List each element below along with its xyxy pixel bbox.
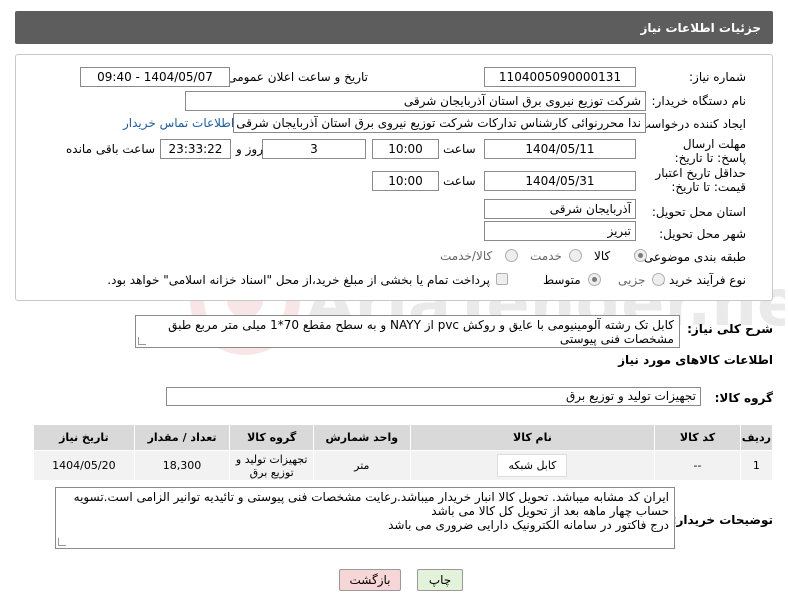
process-radio-medium[interactable]: [588, 273, 601, 286]
validity-time-field[interactable]: 10:00: [372, 171, 439, 191]
buyer-notes-label: توضیحات خریدار:: [671, 513, 773, 527]
announce-field[interactable]: 1404/05/07 - 09:40: [80, 67, 230, 87]
announce-label: تاریخ و ساعت اعلان عمومی:: [223, 70, 368, 84]
province-label: استان محل تحویل:: [651, 205, 746, 219]
cell-need-date: 1404/05/20: [33, 450, 135, 481]
category-option-goods-service: کالا/خدمت: [440, 249, 493, 263]
treasury-payment-checkbox[interactable]: [496, 273, 508, 285]
deadline-label: مهلت ارسال پاسخ: تا تاریخ:: [674, 137, 746, 165]
buyer-contact-link[interactable]: اطلاعات تماس خریدار: [123, 116, 234, 130]
back-button[interactable]: بازگشت: [339, 569, 401, 591]
creator-field[interactable]: ندا محررنوائی کارشناس تدارکات شرکت توزیع…: [233, 113, 646, 133]
col-item-code: کد کالا: [654, 424, 741, 451]
page-header: جزئیات اطلاعات نیاز: [15, 11, 773, 44]
goods-table-header: ردیف کد کالا نام کالا واحد شمارش گروه کا…: [33, 424, 774, 451]
goods-group-field[interactable]: تجهیزات تولید و توزیع برق: [166, 387, 701, 406]
validity-date-field[interactable]: 1404/05/31: [484, 171, 636, 191]
col-unit: واحد شمارش: [313, 424, 411, 451]
cell-unit: متر: [313, 450, 411, 481]
category-option-goods: کالا: [594, 249, 611, 263]
buyer-notes-line-2: درج فاکتور در سامانه الکترونیک دارایی ضر…: [388, 518, 669, 532]
buyer-notes-textarea[interactable]: ایران کد مشابه میباشد. تحویل کالا انبار …: [55, 487, 675, 549]
category-radio-goods[interactable]: [634, 249, 647, 262]
buyer-org-label: نام دستگاه خریدار:: [651, 94, 747, 108]
process-option-medium: متوسط: [543, 273, 581, 287]
process-option-minor: جزیی: [618, 273, 646, 287]
category-radio-goods-service[interactable]: [505, 249, 518, 262]
col-row-number: ردیف: [739, 424, 774, 451]
buyer-notes-line-1: ایران کد مشابه میباشد. تحویل کالا انبار …: [73, 490, 669, 518]
city-field[interactable]: تبریز: [484, 221, 636, 241]
description-label: شرح کلی نیاز:: [687, 322, 773, 336]
days-label: روز و: [236, 142, 263, 156]
deadline-date-field[interactable]: 1404/05/11: [484, 139, 636, 159]
resize-handle-icon[interactable]: [58, 538, 66, 546]
days-count-field[interactable]: 3: [262, 139, 366, 159]
print-button[interactable]: چاپ: [417, 569, 463, 591]
city-label: شهر محل تحویل:: [659, 227, 746, 241]
payment-note: پرداخت تمام یا بخشی از مبلغ خرید،از محل …: [107, 273, 490, 287]
cell-row-number: 1: [739, 450, 774, 481]
validity-time-label: ساعت: [443, 174, 476, 188]
deadline-time-field[interactable]: 10:00: [372, 139, 439, 159]
col-item-group: گروه کالا: [229, 424, 314, 451]
creator-label: ایجاد کننده درخواست:: [635, 117, 746, 131]
buyer-org-field[interactable]: شرکت توزیع نیروی برق استان آذربایجان شرق…: [185, 91, 646, 111]
process-radio-minor[interactable]: [652, 273, 665, 286]
goods-section-title: اطلاعات کالاهای مورد نیاز: [618, 353, 773, 367]
col-item-name: نام کالا: [409, 424, 656, 451]
goods-group-label: گروه کالا:: [714, 391, 773, 405]
category-label: طبقه بندی موضوعی:: [639, 250, 746, 264]
need-number-label: شماره نیاز:: [689, 70, 746, 84]
col-need-date: تاریخ نیاز: [33, 424, 135, 451]
need-number-field[interactable]: 1104005090000131: [484, 67, 636, 87]
province-field[interactable]: آذربایجان شرقی: [484, 199, 636, 219]
goods-table: ردیف کد کالا نام کالا واحد شمارش گروه کا…: [33, 424, 774, 481]
validity-label: حداقل تاریخ اعتبار قیمت: تا تاریخ:: [655, 166, 746, 194]
category-radio-service[interactable]: [569, 249, 582, 262]
description-textarea[interactable]: کابل تک رشته آلومینیومی با عایق و روکش p…: [135, 315, 680, 348]
resize-handle-icon[interactable]: [138, 337, 146, 345]
description-text: کابل تک رشته آلومینیومی با عایق و روکش p…: [168, 318, 674, 346]
remaining-time-field[interactable]: 23:33:22: [160, 139, 231, 159]
cell-item-name: کابل شبکه: [409, 450, 656, 481]
deadline-time-label: ساعت: [443, 142, 476, 156]
cell-item-code: --: [654, 450, 741, 481]
table-row[interactable]: 1 -- کابل شبکه متر تجهیزات تولید و توزیع…: [33, 450, 774, 481]
item-name-box: کابل شبکه: [497, 454, 568, 477]
remaining-label: ساعت باقی مانده: [66, 142, 156, 156]
col-quantity: تعداد / مقدار: [133, 424, 231, 451]
category-option-service: خدمت: [530, 249, 562, 263]
cell-quantity: 18,300: [133, 450, 231, 481]
cell-item-group: تجهیزات تولید و توزیع برق: [229, 450, 314, 481]
page-title: جزئیات اطلاعات نیاز: [640, 20, 761, 35]
process-label: نوع فرآیند خرید :: [661, 273, 746, 287]
